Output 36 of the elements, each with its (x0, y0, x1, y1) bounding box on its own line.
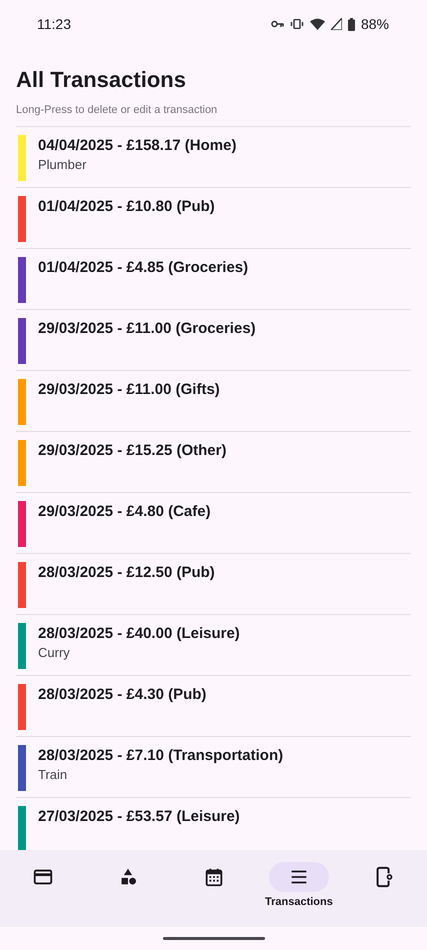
transaction-title: 01/04/2025 - £4.85 (Groceries) (38, 258, 248, 278)
hint-text: Long-Press to delete or edit a transaction (16, 103, 218, 118)
transaction-row[interactable]: 29/03/2025 - £11.00 (Gifts) (16, 371, 411, 432)
transaction-title: 04/04/2025 - £158.17 (Home) (38, 136, 236, 156)
key-icon (270, 20, 284, 28)
transaction-title: 28/03/2025 - £40.00 (Leisure) (38, 624, 240, 644)
transaction-title: 29/03/2025 - £11.00 (Groceries) (38, 319, 256, 339)
transaction-row[interactable]: 28/03/2025 - £4.30 (Pub) (16, 676, 411, 737)
transaction-row[interactable]: 28/03/2025 - £40.00 (Leisure) Curry (16, 615, 411, 676)
home-indicator[interactable] (162, 937, 264, 940)
page-title: All Transactions (16, 66, 187, 94)
transaction-row[interactable]: 28/03/2025 - £7.10 (Transportation) Train (16, 737, 411, 798)
transaction-note: Train (38, 766, 68, 784)
transaction-title: 28/03/2025 - £7.10 (Transportation) (38, 746, 284, 766)
vibrate-icon (290, 19, 304, 29)
transaction-row[interactable]: 01/04/2025 - £10.80 (Pub) (16, 188, 411, 249)
signal-icon (330, 18, 342, 30)
transaction-row[interactable]: 04/04/2025 - £158.17 (Home) Plumber (16, 127, 411, 188)
transaction-row[interactable]: 29/03/2025 - £4.80 (Cafe) (16, 493, 411, 554)
transaction-title: 28/03/2025 - £4.30 (Pub) (38, 685, 206, 705)
transaction-title: 28/03/2025 - £12.50 (Pub) (38, 563, 215, 583)
transaction-row[interactable]: 29/03/2025 - £15.25 (Other) (16, 432, 411, 493)
wifi-icon (310, 18, 325, 30)
transaction-row[interactable]: 28/03/2025 - £12.50 (Pub) (16, 554, 411, 615)
battery-level: 88% (360, 16, 389, 32)
transaction-title: 29/03/2025 - £11.00 (Gifts) (38, 380, 220, 400)
transaction-row[interactable]: 01/04/2025 - £4.85 (Groceries) (16, 249, 411, 310)
transaction-title: 01/04/2025 - £10.80 (Pub) (38, 197, 215, 217)
transaction-title: 29/03/2025 - £4.80 (Cafe) (38, 502, 211, 522)
battery-icon (348, 18, 355, 30)
transaction-title: 29/03/2025 - £15.25 (Other) (38, 441, 226, 461)
transaction-note: Curry (38, 644, 71, 662)
transaction-note: Plumber (38, 156, 88, 174)
transaction-title: 27/03/2025 - £53.57 (Leisure) (38, 807, 240, 827)
transaction-row[interactable]: 29/03/2025 - £11.00 (Groceries) (16, 310, 411, 371)
clock: 11:23 (37, 16, 71, 32)
